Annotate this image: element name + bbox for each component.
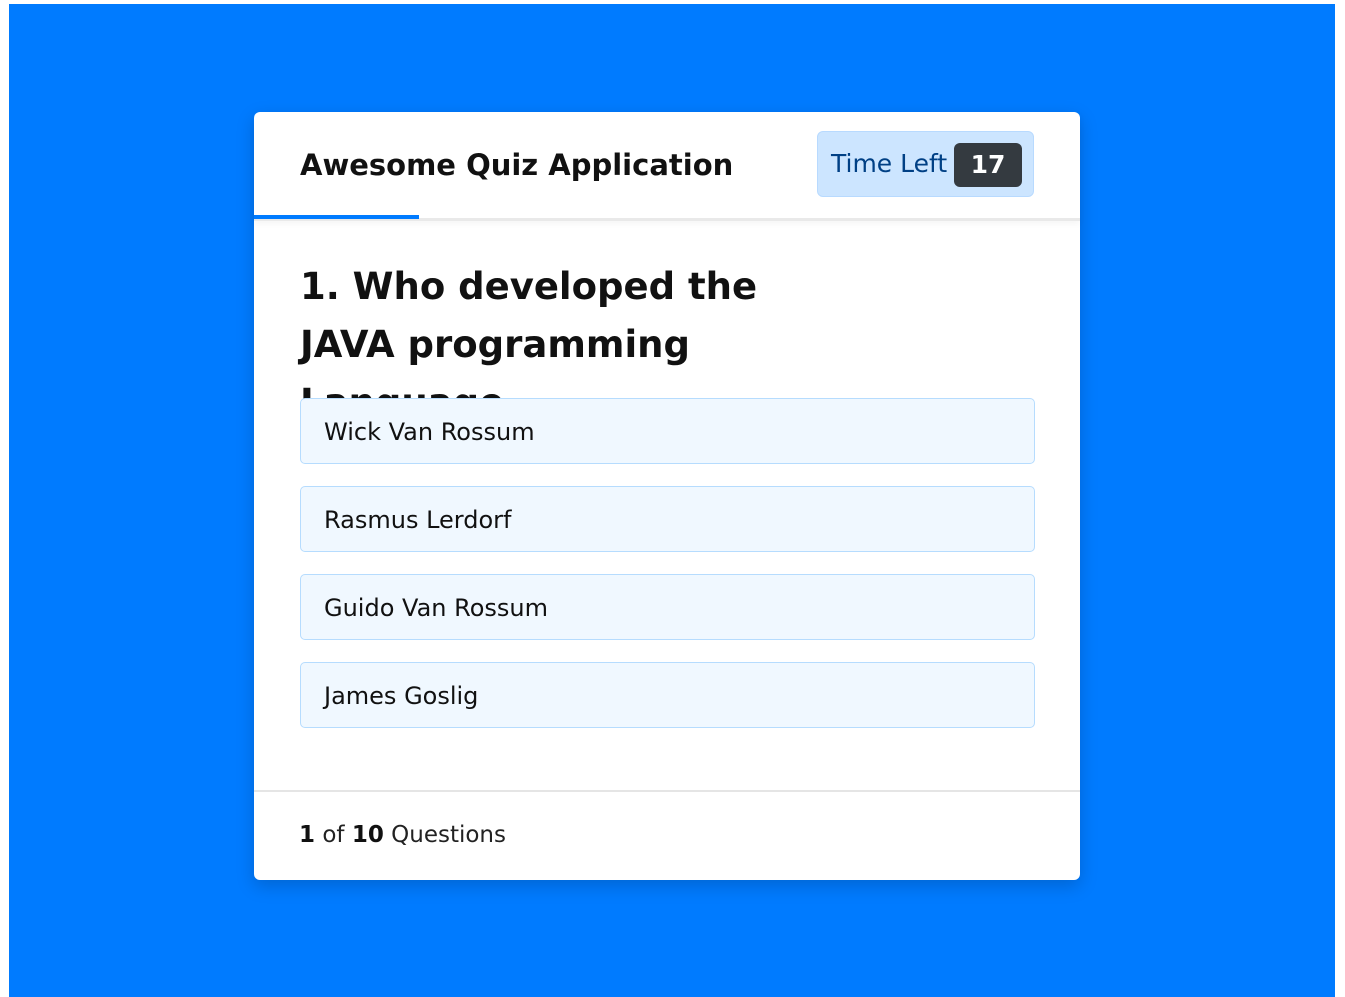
option-2[interactable]: Rasmus Lerdorf <box>300 486 1035 552</box>
option-list: Wick Van Rossum Rasmus Lerdorf Guido Van… <box>300 398 1035 750</box>
counter-of-word: of <box>322 822 345 848</box>
option-label: James Goslig <box>324 682 479 710</box>
page-background: Awesome Quiz Application Time Left 17 1.… <box>9 4 1335 997</box>
option-label: Rasmus Lerdorf <box>324 506 512 534</box>
question-counter: 1 of 10 Questions <box>299 822 506 848</box>
timer-label: Time Left <box>831 149 948 178</box>
timer-box: Time Left 17 <box>817 131 1034 197</box>
counter-suffix: Questions <box>391 822 506 848</box>
option-1[interactable]: Wick Van Rossum <box>300 398 1035 464</box>
current-question-number: 1 <box>299 822 316 848</box>
timer-seconds: 17 <box>954 143 1022 187</box>
option-3[interactable]: Guido Van Rossum <box>300 574 1035 640</box>
quiz-footer: 1 of 10 Questions <box>254 790 1080 882</box>
option-4[interactable]: James Goslig <box>300 662 1035 728</box>
app-title: Awesome Quiz Application <box>300 148 734 182</box>
time-progress-line <box>254 215 419 219</box>
total-questions-number: 10 <box>351 822 384 848</box>
quiz-header: Awesome Quiz Application Time Left 17 <box>254 112 1080 221</box>
quiz-box: Awesome Quiz Application Time Left 17 1.… <box>254 112 1080 880</box>
option-label: Wick Van Rossum <box>324 418 535 446</box>
option-label: Guido Van Rossum <box>324 594 549 622</box>
